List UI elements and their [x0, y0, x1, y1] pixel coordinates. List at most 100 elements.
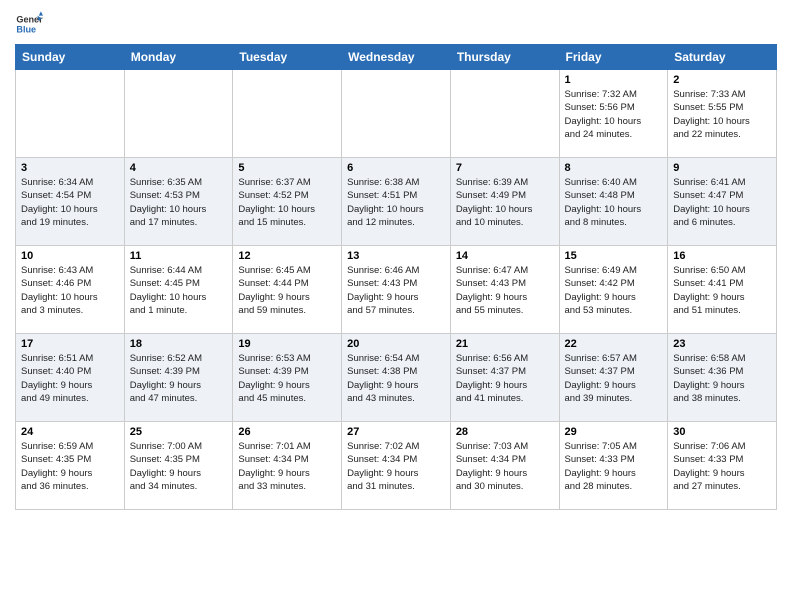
day-info: Sunrise: 6:38 AM Sunset: 4:51 PM Dayligh…: [347, 176, 445, 229]
day-info: Sunrise: 6:49 AM Sunset: 4:42 PM Dayligh…: [565, 264, 663, 317]
day-info: Sunrise: 7:05 AM Sunset: 4:33 PM Dayligh…: [565, 440, 663, 493]
day-number: 4: [130, 162, 228, 174]
day-info: Sunrise: 7:02 AM Sunset: 4:34 PM Dayligh…: [347, 440, 445, 493]
day-number: 15: [565, 250, 663, 262]
calendar-day-8: 8 Sunrise: 6:40 AM Sunset: 4:48 PM Daylig…: [559, 158, 668, 246]
calendar-day-empty: [16, 70, 125, 158]
calendar-day-2: 2Sunrise: 7:33 AM Sunset: 5:55 PM Daylig…: [668, 70, 777, 158]
weekday-header-saturday: Saturday: [668, 45, 777, 70]
calendar-day-6: 6 Sunrise: 6:38 AM Sunset: 4:51 PM Daylig…: [342, 158, 451, 246]
day-number: 23: [673, 338, 771, 350]
weekday-header-wednesday: Wednesday: [342, 45, 451, 70]
day-number: 16: [673, 250, 771, 262]
day-number: 7: [456, 162, 554, 174]
day-number: 8: [565, 162, 663, 174]
day-number: 6: [347, 162, 445, 174]
calendar-day-empty: [450, 70, 559, 158]
calendar-day-23: 23 Sunrise: 6:58 AM Sunset: 4:36 PM Dayli…: [668, 334, 777, 422]
calendar-day-27: 27 Sunrise: 7:02 AM Sunset: 4:34 PM Dayli…: [342, 422, 451, 510]
calendar-day-20: 20Sunrise: 6:54 AM Sunset: 4:38 PM Dayli…: [342, 334, 451, 422]
day-number: 29: [565, 426, 663, 438]
weekday-header-thursday: Thursday: [450, 45, 559, 70]
calendar-week-row: 3 Sunrise: 6:34 AM Sunset: 4:54 PM Daylig…: [16, 158, 777, 246]
day-info: Sunrise: 6:47 AM Sunset: 4:43 PM Dayligh…: [456, 264, 554, 317]
calendar-day-16: 16 Sunrise: 6:50 AM Sunset: 4:41 PM Dayli…: [668, 246, 777, 334]
day-number: 21: [456, 338, 554, 350]
calendar-day-11: 11 Sunrise: 6:44 AM Sunset: 4:45 PM Dayli…: [124, 246, 233, 334]
day-number: 22: [565, 338, 663, 350]
day-info: Sunrise: 6:57 AM Sunset: 4:37 PM Dayligh…: [565, 352, 663, 405]
day-info: Sunrise: 6:58 AM Sunset: 4:36 PM Dayligh…: [673, 352, 771, 405]
day-number: 3: [21, 162, 119, 174]
day-info: Sunrise: 6:41 AM Sunset: 4:47 PM Dayligh…: [673, 176, 771, 229]
day-info: Sunrise: 6:43 AM Sunset: 4:46 PM Dayligh…: [21, 264, 119, 317]
calendar-day-empty: [342, 70, 451, 158]
calendar-week-row: 24 Sunrise: 6:59 AM Sunset: 4:35 PM Dayli…: [16, 422, 777, 510]
calendar-table: SundayMondayTuesdayWednesdayThursdayFrid…: [15, 44, 777, 510]
weekday-header-friday: Friday: [559, 45, 668, 70]
day-info: Sunrise: 6:59 AM Sunset: 4:35 PM Dayligh…: [21, 440, 119, 493]
day-number: 25: [130, 426, 228, 438]
calendar-day-25: 25 Sunrise: 7:00 AM Sunset: 4:35 PM Dayli…: [124, 422, 233, 510]
day-number: 27: [347, 426, 445, 438]
day-info: Sunrise: 6:44 AM Sunset: 4:45 PM Dayligh…: [130, 264, 228, 317]
day-number: 2: [673, 74, 771, 86]
logo: General Blue: [15, 10, 48, 38]
calendar-day-10: 10Sunrise: 6:43 AM Sunset: 4:46 PM Dayli…: [16, 246, 125, 334]
calendar-day-18: 18 Sunrise: 6:52 AM Sunset: 4:39 PM Dayli…: [124, 334, 233, 422]
day-number: 1: [565, 74, 663, 86]
calendar-day-21: 21 Sunrise: 6:56 AM Sunset: 4:37 PM Dayli…: [450, 334, 559, 422]
day-number: 11: [130, 250, 228, 262]
calendar-day-22: 22 Sunrise: 6:57 AM Sunset: 4:37 PM Dayli…: [559, 334, 668, 422]
day-info: Sunrise: 6:46 AM Sunset: 4:43 PM Dayligh…: [347, 264, 445, 317]
calendar-day-empty: [124, 70, 233, 158]
calendar-day-14: 14 Sunrise: 6:47 AM Sunset: 4:43 PM Dayli…: [450, 246, 559, 334]
page-header: General Blue: [15, 10, 777, 38]
day-number: 24: [21, 426, 119, 438]
day-number: 28: [456, 426, 554, 438]
calendar-day-5: 5 Sunrise: 6:37 AM Sunset: 4:52 PM Daylig…: [233, 158, 342, 246]
calendar-day-28: 28 Sunrise: 7:03 AM Sunset: 4:34 PM Dayli…: [450, 422, 559, 510]
calendar-day-4: 4Sunrise: 6:35 AM Sunset: 4:53 PM Daylig…: [124, 158, 233, 246]
calendar-day-15: 15 Sunrise: 6:49 AM Sunset: 4:42 PM Dayli…: [559, 246, 668, 334]
calendar-day-17: 17Sunrise: 6:51 AM Sunset: 4:40 PM Dayli…: [16, 334, 125, 422]
day-info: Sunrise: 6:39 AM Sunset: 4:49 PM Dayligh…: [456, 176, 554, 229]
weekday-header-sunday: Sunday: [16, 45, 125, 70]
calendar-day-24: 24 Sunrise: 6:59 AM Sunset: 4:35 PM Dayli…: [16, 422, 125, 510]
day-info: Sunrise: 6:50 AM Sunset: 4:41 PM Dayligh…: [673, 264, 771, 317]
day-info: Sunrise: 6:34 AM Sunset: 4:54 PM Dayligh…: [21, 176, 119, 229]
day-number: 12: [238, 250, 336, 262]
logo-icon: General Blue: [15, 10, 43, 38]
day-info: Sunrise: 7:03 AM Sunset: 4:34 PM Dayligh…: [456, 440, 554, 493]
day-number: 5: [238, 162, 336, 174]
calendar-day-7: 7 Sunrise: 6:39 AM Sunset: 4:49 PM Daylig…: [450, 158, 559, 246]
day-number: 14: [456, 250, 554, 262]
day-info: Sunrise: 7:01 AM Sunset: 4:34 PM Dayligh…: [238, 440, 336, 493]
day-number: 9: [673, 162, 771, 174]
calendar-day-3: 3 Sunrise: 6:34 AM Sunset: 4:54 PM Daylig…: [16, 158, 125, 246]
weekday-header-row: SundayMondayTuesdayWednesdayThursdayFrid…: [16, 45, 777, 70]
calendar-week-row: 17Sunrise: 6:51 AM Sunset: 4:40 PM Dayli…: [16, 334, 777, 422]
day-info: Sunrise: 6:37 AM Sunset: 4:52 PM Dayligh…: [238, 176, 336, 229]
day-number: 18: [130, 338, 228, 350]
day-info: Sunrise: 7:06 AM Sunset: 4:33 PM Dayligh…: [673, 440, 771, 493]
calendar-day-1: 1 Sunrise: 7:32 AM Sunset: 5:56 PM Daylig…: [559, 70, 668, 158]
day-info: Sunrise: 6:40 AM Sunset: 4:48 PM Dayligh…: [565, 176, 663, 229]
weekday-header-monday: Monday: [124, 45, 233, 70]
day-info: Sunrise: 6:51 AM Sunset: 4:40 PM Dayligh…: [21, 352, 119, 405]
day-info: Sunrise: 6:54 AM Sunset: 4:38 PM Dayligh…: [347, 352, 445, 405]
day-info: Sunrise: 6:53 AM Sunset: 4:39 PM Dayligh…: [238, 352, 336, 405]
day-info: Sunrise: 6:52 AM Sunset: 4:39 PM Dayligh…: [130, 352, 228, 405]
calendar-day-9: 9 Sunrise: 6:41 AM Sunset: 4:47 PM Daylig…: [668, 158, 777, 246]
calendar-week-row: 1 Sunrise: 7:32 AM Sunset: 5:56 PM Daylig…: [16, 70, 777, 158]
day-info: Sunrise: 7:00 AM Sunset: 4:35 PM Dayligh…: [130, 440, 228, 493]
calendar-day-30: 30 Sunrise: 7:06 AM Sunset: 4:33 PM Dayli…: [668, 422, 777, 510]
calendar-day-26: 26Sunrise: 7:01 AM Sunset: 4:34 PM Dayli…: [233, 422, 342, 510]
calendar-day-empty: [233, 70, 342, 158]
day-number: 30: [673, 426, 771, 438]
day-info: Sunrise: 6:45 AM Sunset: 4:44 PM Dayligh…: [238, 264, 336, 317]
day-info: Sunrise: 7:32 AM Sunset: 5:56 PM Dayligh…: [565, 88, 663, 141]
day-info: Sunrise: 6:56 AM Sunset: 4:37 PM Dayligh…: [456, 352, 554, 405]
weekday-header-tuesday: Tuesday: [233, 45, 342, 70]
day-number: 13: [347, 250, 445, 262]
